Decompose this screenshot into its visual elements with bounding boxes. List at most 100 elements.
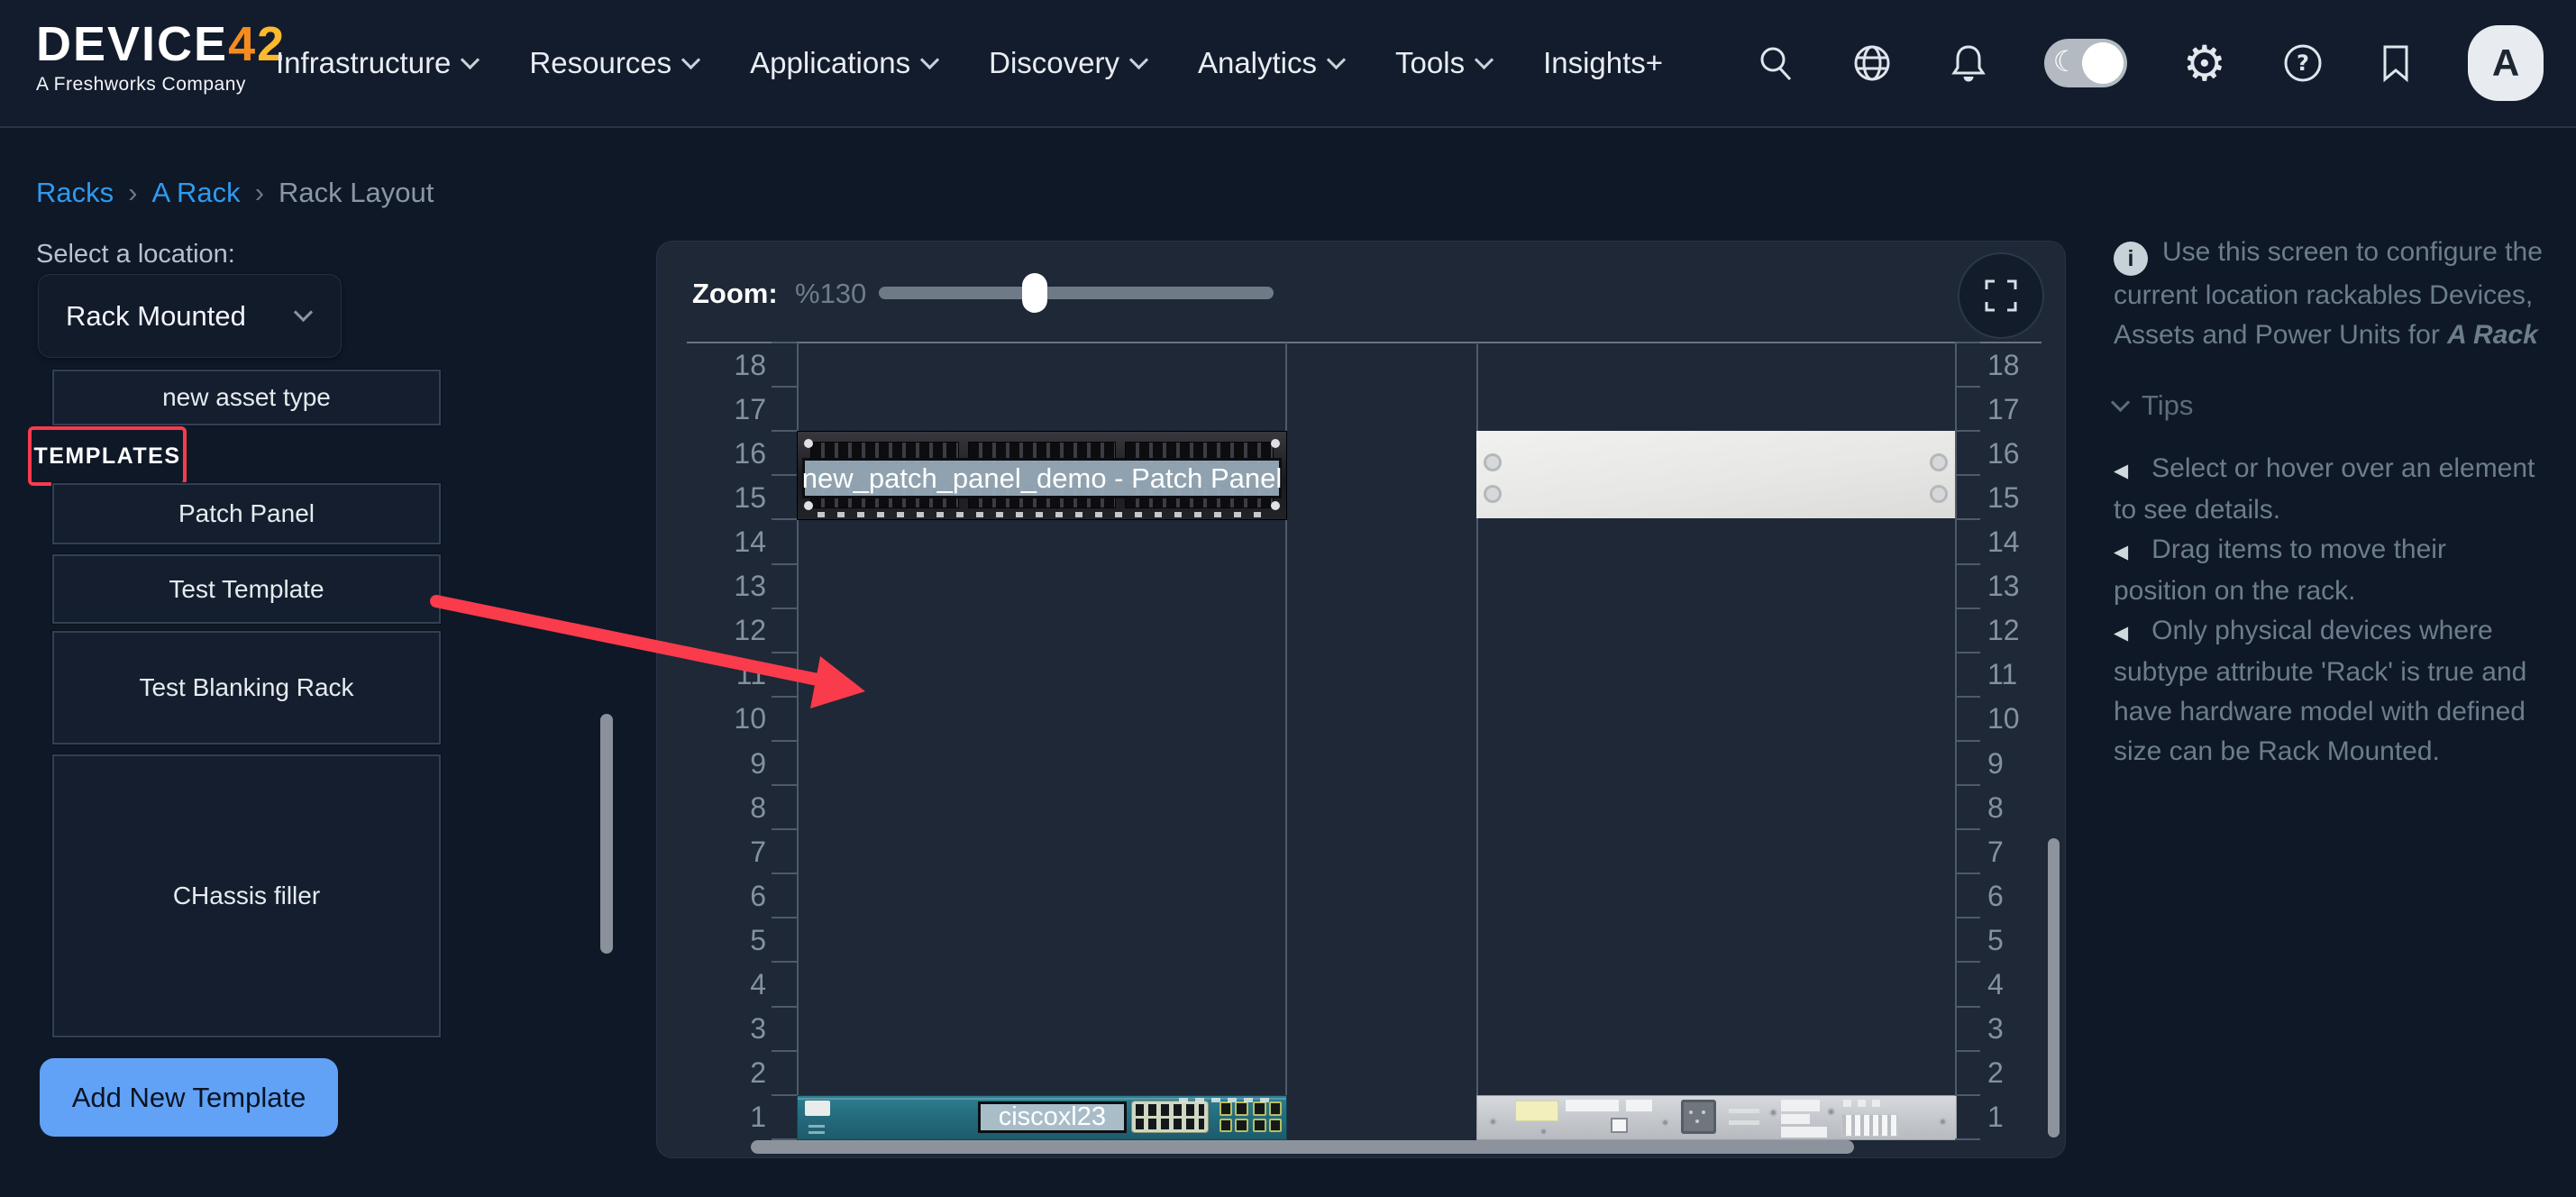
rack-unit-tick [1955, 740, 1980, 742]
rack-unit-number-right: 11 [1987, 657, 2060, 691]
server-io-module [1681, 1100, 1717, 1134]
rack-unit-number-right: 13 [1987, 569, 2060, 603]
search-icon[interactable] [1756, 43, 1795, 83]
rack-unit-number-left: 14 [694, 525, 766, 559]
rack-unit-tick [772, 608, 797, 609]
chevron-down-icon [294, 303, 313, 322]
zoom-slider[interactable] [879, 287, 1274, 299]
device-blanking-panel[interactable] [1476, 431, 1955, 518]
rack-unit-tick [772, 1050, 797, 1052]
rack-unit-number-left: 12 [694, 613, 766, 647]
nav-icon-group: ☾ ⚙ ? A [1756, 0, 2544, 126]
server-port [1611, 1118, 1628, 1133]
theme-toggle[interactable]: ☾ [2044, 39, 2127, 87]
rack-horizontal-scrollbar[interactable] [751, 1140, 1854, 1154]
help-icon[interactable]: ? [2282, 42, 2324, 84]
server-slot [1781, 1114, 1810, 1125]
rack-unit-tick [772, 784, 797, 786]
device42-logo[interactable]: DEVICE42 A Freshworks Company [36, 20, 270, 96]
rack-unit-tick [1955, 652, 1980, 653]
nav-item-discovery[interactable]: Discovery [989, 46, 1146, 80]
rack-unit-number-left: 13 [694, 569, 766, 603]
screw-icon [1484, 485, 1502, 503]
rack-unit-number-left: 18 [694, 348, 766, 382]
rack-unit-number-right: 10 [1987, 701, 2060, 736]
chevron-down-icon [920, 50, 939, 69]
screw-icon [1827, 1108, 1835, 1116]
location-dropdown-value: Rack Mounted [66, 300, 297, 333]
template-item-test-template[interactable]: Test Template [52, 554, 441, 624]
rack-unit-tick [1955, 1050, 1980, 1052]
fullscreen-button[interactable] [1958, 252, 2044, 339]
rack-unit-tick [1955, 784, 1980, 786]
tip-item: ◀Select or hover over an element to see … [2114, 449, 2544, 530]
switch-uplink-ports [1253, 1101, 1282, 1132]
nav-item-resources[interactable]: Resources [529, 46, 698, 80]
globe-icon[interactable] [1851, 42, 1893, 84]
sidebar-scrollbar[interactable] [600, 714, 613, 954]
server-vent [1566, 1100, 1618, 1111]
info-icon: i [2114, 242, 2148, 276]
server-slot [1781, 1100, 1819, 1111]
template-item-test-blanking-rack[interactable]: Test Blanking Rack [52, 631, 441, 745]
top-navigation-bar: DEVICE42 A Freshworks Company Infrastruc… [0, 0, 2576, 128]
rack-vertical-scrollbar[interactable] [2048, 838, 2060, 1138]
rack-top-border [687, 342, 2042, 343]
server-grille [1841, 1114, 1899, 1137]
template-item-new-asset-type[interactable]: new asset type [52, 370, 441, 425]
rack-unit-tick [772, 740, 797, 742]
rack-unit-tick [1955, 518, 1980, 520]
rack-unit-number-left: 7 [694, 835, 766, 869]
nav-item-applications[interactable]: Applications [750, 46, 936, 80]
template-item-chassis-filler[interactable]: CHassis filler [52, 754, 441, 1037]
device-label-switch: ciscoxl23 [978, 1101, 1127, 1133]
server-text-marks [1843, 1100, 1886, 1107]
server-label-sticker [1515, 1101, 1558, 1120]
user-avatar[interactable]: A [2468, 25, 2544, 101]
zoom-slider-thumb[interactable] [1022, 273, 1047, 313]
rack-unit-tick [1955, 1138, 1980, 1140]
breadcrumb-separator: › [128, 177, 137, 209]
rack-unit-tick [772, 342, 797, 343]
rack-unit-number-left: 6 [694, 879, 766, 913]
breadcrumb: Racks › A Rack › Rack Layout [36, 177, 434, 209]
rack-unit-number-right: 17 [1987, 392, 2060, 426]
rack-unit-tick [1955, 608, 1980, 609]
device-server[interactable] [1476, 1095, 1957, 1140]
rack-unit-tick [772, 474, 797, 476]
zoom-value: %130 [795, 278, 866, 310]
rack-unit-tick [772, 873, 797, 874]
device-cisco-switch[interactable]: ciscoxl23 [797, 1095, 1287, 1140]
screw-icon [1484, 453, 1502, 471]
location-label: Select a location: [36, 240, 235, 270]
rack-unit-number-left: 9 [694, 746, 766, 781]
breadcrumb-link-racks[interactable]: Racks [36, 177, 114, 209]
nav-item-insights-[interactable]: Insights+ [1543, 46, 1663, 80]
tips-panel: iUse this screen to configure the curren… [2114, 233, 2544, 772]
rack-unit-tick [772, 1006, 797, 1008]
nav-item-label: Resources [529, 46, 671, 80]
switch-side-marks [808, 1121, 825, 1134]
location-dropdown[interactable]: Rack Mounted [38, 274, 342, 358]
template-item-patch-panel[interactable]: Patch Panel [52, 483, 441, 544]
nav-item-infrastructure[interactable]: Infrastructure [276, 46, 477, 80]
svg-text:?: ? [2297, 50, 2309, 76]
screw-icon [1930, 453, 1948, 471]
gear-icon[interactable]: ⚙ [2183, 35, 2226, 92]
screw-icon [1930, 485, 1948, 503]
bell-icon[interactable] [1949, 42, 1988, 84]
rack-unit-tick [772, 386, 797, 388]
breadcrumb-separator: › [255, 177, 264, 209]
chevron-down-icon [1129, 50, 1148, 69]
chevron-down-icon [2111, 392, 2130, 411]
tips-section-toggle[interactable]: Tips [2114, 386, 2544, 425]
bookmark-icon[interactable] [2380, 43, 2412, 83]
breadcrumb-link-a-rack[interactable]: A Rack [151, 177, 240, 209]
server-slot [1781, 1127, 1826, 1138]
brand-text: DEVICE42 [36, 20, 270, 69]
add-new-template-button[interactable]: Add New Template [40, 1058, 338, 1137]
nav-item-tools[interactable]: Tools [1395, 46, 1491, 80]
rack-unit-tick [772, 563, 797, 565]
nav-item-analytics[interactable]: Analytics [1198, 46, 1343, 80]
device-patch-panel[interactable]: new_patch_panel_demo - Patch Panel [797, 431, 1287, 520]
